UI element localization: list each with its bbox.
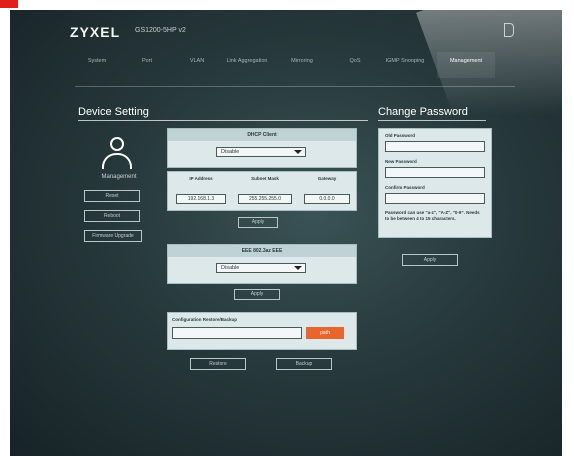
ip-address-header: IP Address	[189, 176, 213, 181]
nav-management[interactable]: Management	[437, 52, 495, 78]
nav-igmp-snooping[interactable]: IGMP Snooping	[383, 58, 427, 65]
path-button[interactable]: path	[306, 327, 344, 339]
zyxel-logo: ZYXEL	[70, 24, 121, 40]
new-password-field[interactable]	[385, 167, 485, 178]
dhcp-select-value: Disable	[221, 149, 240, 155]
subnet-mask-field[interactable]: 255.255.255.0	[238, 194, 292, 204]
firmware-upgrade-button[interactable]: Firmware Upgrade	[84, 230, 142, 242]
confirm-password-field[interactable]	[385, 193, 485, 204]
ip-panel: IP Address Subnet Mask Gateway 192.168.1…	[167, 171, 357, 211]
old-password-field[interactable]	[385, 141, 485, 152]
config-panel: Configuration Restore/Backup path	[167, 312, 357, 350]
config-path-field[interactable]	[172, 327, 302, 339]
new-password-label: New Password	[385, 159, 417, 164]
ip-apply-button[interactable]: Apply	[238, 217, 278, 228]
device-setting-title: Device Setting	[78, 106, 149, 118]
gateway-field[interactable]: 0.0.0.0	[304, 194, 350, 204]
model-name: GS1200-5HP v2	[135, 27, 186, 34]
eee-select-value: Disable	[221, 265, 240, 271]
main-nav: System Port VLAN Link Aggregation Mirror…	[75, 52, 515, 87]
eee-title: EEE 802.3az EEE	[168, 245, 356, 257]
nav-system[interactable]: System	[75, 58, 119, 65]
gateway-header: Gateway	[317, 176, 337, 181]
user-icon	[102, 137, 132, 169]
eee-apply-button[interactable]: Apply	[234, 289, 280, 300]
password-apply-button[interactable]: Apply	[402, 254, 458, 266]
red-corner-mark	[0, 0, 18, 8]
change-password-rule	[378, 120, 486, 121]
chevron-down-icon	[294, 150, 302, 154]
nav-vlan[interactable]: VLAN	[175, 58, 219, 65]
chevron-down-icon	[294, 266, 302, 270]
nav-link-aggregation[interactable]: Link Aggregation	[225, 58, 269, 65]
old-password-label: Old Password	[385, 133, 416, 138]
dhcp-select[interactable]: Disable	[216, 147, 306, 157]
logout-icon[interactable]	[504, 23, 514, 37]
subnet-mask-header: Subnet Mask	[251, 176, 279, 181]
reset-button[interactable]: Reset	[84, 190, 140, 202]
device-setting-rule	[78, 120, 368, 121]
config-title: Configuration Restore/Backup	[172, 317, 238, 322]
nav-divider	[75, 86, 515, 87]
reboot-button[interactable]: Reboot	[84, 210, 140, 222]
nav-qos[interactable]: QoS	[333, 58, 377, 65]
dhcp-title: DHCP Client	[168, 129, 356, 141]
change-password-panel: Old Password New Password Confirm Passwo…	[378, 128, 492, 238]
ip-address-field[interactable]: 192.168.1.3	[176, 194, 226, 204]
nav-port[interactable]: Port	[125, 58, 169, 65]
header: ZYXEL GS1200-5HP v2	[10, 10, 562, 52]
eee-panel: EEE 802.3az EEE Disable	[167, 244, 357, 284]
management-label: Management	[101, 174, 137, 180]
restore-button[interactable]: Restore	[190, 358, 246, 370]
switch-web-ui: ZYXEL GS1200-5HP v2 System Port VLAN Lin…	[10, 10, 562, 456]
change-password-title: Change Password	[378, 106, 468, 118]
password-rules-note: Password can use "a-z", "A-Z", "0-9". Ne…	[385, 210, 480, 221]
backup-button[interactable]: Backup	[276, 358, 332, 370]
eee-select[interactable]: Disable	[216, 263, 306, 273]
confirm-password-label: Confirm Password	[385, 185, 425, 190]
nav-mirroring[interactable]: Mirroring	[280, 58, 324, 65]
dhcp-panel: DHCP Client Disable	[167, 128, 357, 168]
